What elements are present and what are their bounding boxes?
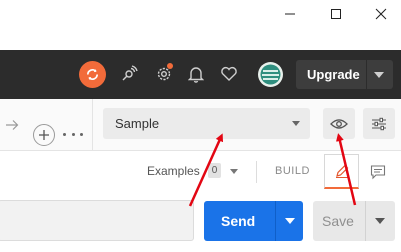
maximize-button[interactable]: [322, 4, 350, 24]
request-url-input[interactable]: [0, 200, 194, 241]
tabs-controls: [0, 99, 93, 151]
environment-selected-value: Sample: [115, 116, 160, 131]
heart-icon: [221, 66, 237, 81]
maximize-icon: [331, 9, 341, 19]
send-dropdown-icon[interactable]: [285, 218, 295, 224]
sliders-icon: [372, 117, 386, 130]
environment-quick-look-button[interactable]: [323, 108, 355, 139]
examples-button[interactable]: Examples: [147, 164, 200, 178]
satellite-icon: [122, 65, 138, 81]
sync-icon: [86, 69, 99, 80]
edit-mode-button[interactable]: [324, 154, 359, 189]
sync-button[interactable]: [79, 61, 106, 88]
window-titlebar: [0, 0, 401, 50]
save-dropdown-icon[interactable]: [375, 218, 385, 224]
more-icon: [63, 132, 83, 136]
save-label: Save: [322, 213, 354, 229]
save-divider: [365, 201, 366, 241]
upgrade-dropdown-icon[interactable]: [374, 72, 384, 78]
upgrade-label: Upgrade: [307, 67, 360, 82]
avatar[interactable]: [258, 62, 283, 87]
minimize-icon: [285, 13, 295, 15]
comments-button[interactable]: [362, 156, 394, 188]
close-button[interactable]: [367, 4, 395, 24]
avatar-image: [260, 64, 281, 85]
examples-bar: Examples 0 BUILD: [0, 152, 401, 192]
scroll-tabs-right-button[interactable]: [5, 115, 21, 135]
build-mode-label[interactable]: BUILD: [275, 165, 310, 177]
favorites-button[interactable]: [217, 62, 241, 86]
save-button[interactable]: Save: [313, 201, 395, 241]
pencil-icon: [335, 164, 348, 178]
request-bar: Send Save: [0, 192, 401, 252]
chevron-down-icon[interactable]: [230, 169, 238, 174]
environment-bar: Sample: [0, 99, 401, 151]
upgrade-button[interactable]: Upgrade: [296, 60, 393, 89]
send-label: Send: [221, 213, 256, 229]
comment-icon: [370, 165, 386, 180]
more-tabs-button[interactable]: [63, 129, 83, 139]
notifications-button[interactable]: [184, 62, 208, 86]
eye-icon: [330, 118, 348, 129]
environment-select[interactable]: Sample: [103, 108, 310, 139]
satellite-button[interactable]: [117, 62, 141, 86]
arrow-right-icon: [6, 120, 19, 130]
plus-icon: [39, 130, 49, 140]
send-divider: [275, 201, 276, 241]
manage-environments-button[interactable]: [363, 108, 395, 139]
upgrade-divider: [366, 60, 367, 89]
minimize-button[interactable]: [276, 4, 304, 24]
chevron-down-icon: [292, 121, 300, 126]
send-button[interactable]: Send: [204, 201, 303, 241]
divider: [256, 161, 257, 183]
new-tab-button[interactable]: [33, 124, 55, 146]
bell-icon: [188, 67, 204, 83]
examples-count-badge: 0: [208, 163, 221, 178]
close-icon: [375, 8, 387, 20]
app-header: Upgrade: [0, 50, 401, 99]
notification-dot: [167, 63, 173, 69]
settings-button[interactable]: [152, 62, 176, 86]
